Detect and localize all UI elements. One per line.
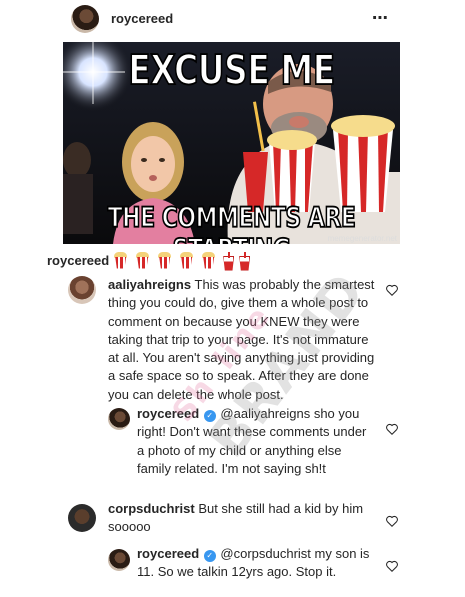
meme-watermark: memegenerator.net — [327, 234, 397, 243]
like-heart-icon[interactable] — [385, 514, 399, 528]
commenter-avatar[interactable] — [68, 504, 96, 532]
comment-text: This was probably the smartest thing you… — [108, 277, 375, 402]
poster-avatar[interactable] — [71, 5, 99, 33]
popcorn-icon — [157, 251, 172, 269]
comment-body: roycereed ✓ @corpsduchrist my son is 11.… — [137, 545, 377, 582]
popcorn-icon — [113, 251, 128, 269]
more-options-icon[interactable]: ⋯ — [372, 8, 389, 28]
commenter-avatar[interactable] — [108, 549, 130, 571]
verified-badge-icon: ✓ — [203, 410, 216, 422]
comment-username[interactable]: corpsduchrist — [108, 501, 195, 516]
poster-username[interactable]: roycereed — [111, 11, 173, 26]
comment-username[interactable]: aaliyahreigns — [108, 277, 191, 292]
popcorn-icon — [135, 251, 150, 269]
popcorn-icon — [179, 251, 194, 269]
post-header: roycereed ⋯ — [0, 0, 465, 38]
meme-top-text: EXCUSE ME — [127, 44, 336, 95]
verified-badge-icon: ✓ — [203, 550, 216, 562]
popcorn-icon — [201, 251, 216, 269]
comment-body: roycereed ✓ @aaliyahreigns sho you right… — [137, 405, 377, 478]
commenter-avatar[interactable] — [68, 276, 96, 304]
drink-icon — [223, 251, 232, 269]
like-heart-icon[interactable] — [385, 559, 399, 573]
caption-emojis — [113, 251, 248, 269]
post-image[interactable]: EXCUSE ME THE COMMENTS ARE STARTING meme… — [63, 42, 400, 244]
comment-body: aaliyahreigns This was probably the smar… — [108, 276, 376, 404]
like-heart-icon[interactable] — [385, 422, 399, 436]
comment-username[interactable]: roycereed — [137, 406, 199, 421]
comment-username[interactable]: roycereed — [137, 546, 199, 561]
drink-icon — [239, 251, 248, 269]
like-heart-icon[interactable] — [385, 283, 399, 297]
commenter-avatar[interactable] — [108, 408, 130, 430]
post-caption: roycereed — [47, 249, 248, 271]
comment-body: corpsduchrist But she still had a kid by… — [108, 500, 376, 537]
caption-username[interactable]: roycereed — [47, 253, 109, 268]
